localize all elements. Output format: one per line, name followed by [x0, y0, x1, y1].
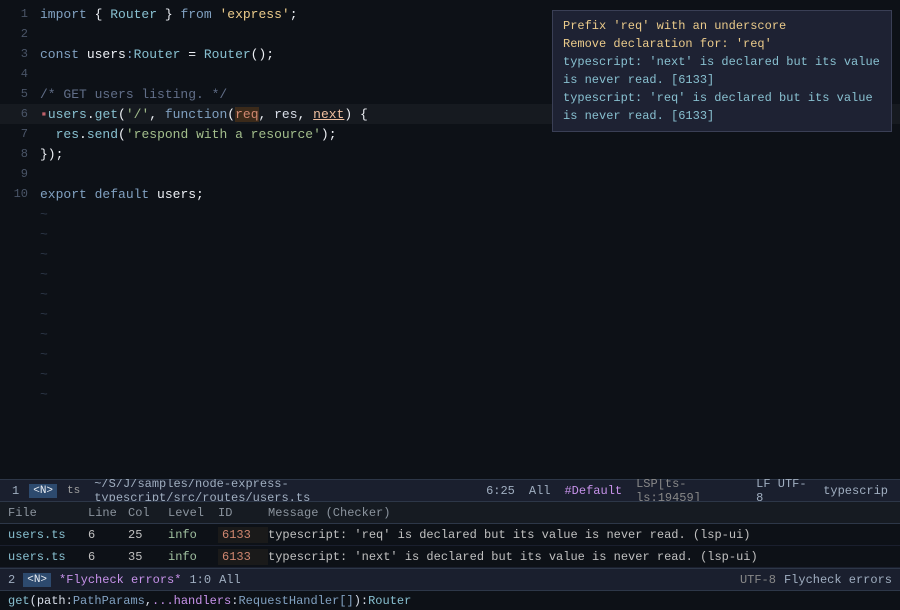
tilde-line: ~	[0, 244, 900, 264]
tilde-line: ~	[0, 364, 900, 384]
status-mode: <N>	[29, 484, 57, 498]
code-line-8: 8 });	[0, 144, 900, 164]
tilde-line: ~	[0, 324, 900, 344]
bottom-mode: <N>	[23, 573, 51, 587]
diag-file-2: users.ts	[8, 550, 88, 564]
mb-function-name: get	[8, 594, 30, 608]
diag-id-2: 6133	[218, 549, 268, 565]
diag-header-msg: Message (Checker)	[268, 506, 402, 520]
diag-header-line: Line	[88, 506, 128, 520]
tilde-line: ~	[0, 204, 900, 224]
mb-type-2: RequestHandler[]	[238, 594, 353, 608]
diag-msg-1: typescript: 'req' is declared but its va…	[268, 528, 892, 542]
diag-row-1[interactable]: users.ts 6 25 info 6133 typescript: 'req…	[0, 524, 900, 546]
diag-list-header: File Line Col Level ID Message (Checker)	[0, 502, 900, 524]
bottom-mode-label: Flycheck errors	[784, 573, 892, 587]
tilde-line: ~	[0, 384, 900, 404]
tilde-line: ~	[0, 264, 900, 284]
status-default-tag: #Default	[560, 484, 626, 498]
code-editor[interactable]: 1 import { Router } from 'express'; 2 3 …	[0, 0, 900, 479]
diag-header-col: Col	[128, 506, 168, 520]
diag-header-id: ID	[218, 506, 268, 520]
code-area: 1 import { Router } from 'express'; 2 3 …	[0, 4, 900, 475]
status-position: 6:25	[482, 484, 519, 498]
status-bar: 1 <N> ts ~/S/J/samples/node-express-type…	[0, 479, 900, 501]
mb-param-handlers: ...handlers	[152, 594, 231, 608]
status-ts-icon: ts	[63, 485, 84, 497]
diag-col-1: 25	[128, 528, 168, 542]
code-line-9: 9	[0, 164, 900, 184]
diag-msg-2: typescript: 'next' is declared but its v…	[268, 550, 892, 564]
bottom-position: 1:0	[189, 573, 211, 587]
diag-action-prefix: Prefix 'req' with an underscore	[563, 17, 881, 35]
flycheck-label: *Flycheck errors*	[59, 573, 181, 587]
diag-header-level: Level	[168, 506, 218, 520]
status-major-mode: typescrip	[819, 484, 892, 498]
tilde-line: ~	[0, 344, 900, 364]
status-line-number: 1	[8, 484, 23, 498]
diag-info-next: typescript: 'next' is declared but its v…	[563, 53, 881, 89]
bottom-scope: All	[219, 573, 241, 587]
mb-return-type: Router	[368, 594, 411, 608]
tilde-line: ~	[0, 304, 900, 324]
diag-header-file: File	[8, 506, 88, 520]
diag-level-2: info	[168, 550, 218, 564]
diag-info-req: typescript: 'req' is declared but its va…	[563, 89, 881, 125]
bottom-status-bar: 2 <N> *Flycheck errors* 1:0 All UTF-8 Fl…	[0, 568, 900, 590]
bottom-encoding: UTF-8	[740, 573, 776, 587]
diag-file-1: users.ts	[8, 528, 88, 542]
tilde-line: ~	[0, 224, 900, 244]
mb-param-path: path	[37, 594, 66, 608]
diag-level-1: info	[168, 528, 218, 542]
bottom-line-num: 2	[8, 573, 15, 587]
diag-id-1: 6133	[218, 527, 268, 543]
diagnostic-list-panel: File Line Col Level ID Message (Checker)…	[0, 501, 900, 568]
diagnostic-hover-panel: Prefix 'req' with an underscore Remove d…	[552, 10, 892, 132]
mb-type-1: PathParams	[73, 594, 145, 608]
diag-row-2[interactable]: users.ts 6 35 info 6133 typescript: 'nex…	[0, 546, 900, 568]
tilde-line: ~	[0, 284, 900, 304]
diag-col-2: 35	[128, 550, 168, 564]
code-line-10: 10 export default users;	[0, 184, 900, 204]
status-scope: All	[525, 484, 555, 498]
diag-action-remove: Remove declaration for: 'req'	[563, 35, 881, 53]
diag-line-1: 6	[88, 528, 128, 542]
mini-buffer: get ( path : PathParams , ...handlers : …	[0, 590, 900, 610]
diag-line-2: 6	[88, 550, 128, 564]
